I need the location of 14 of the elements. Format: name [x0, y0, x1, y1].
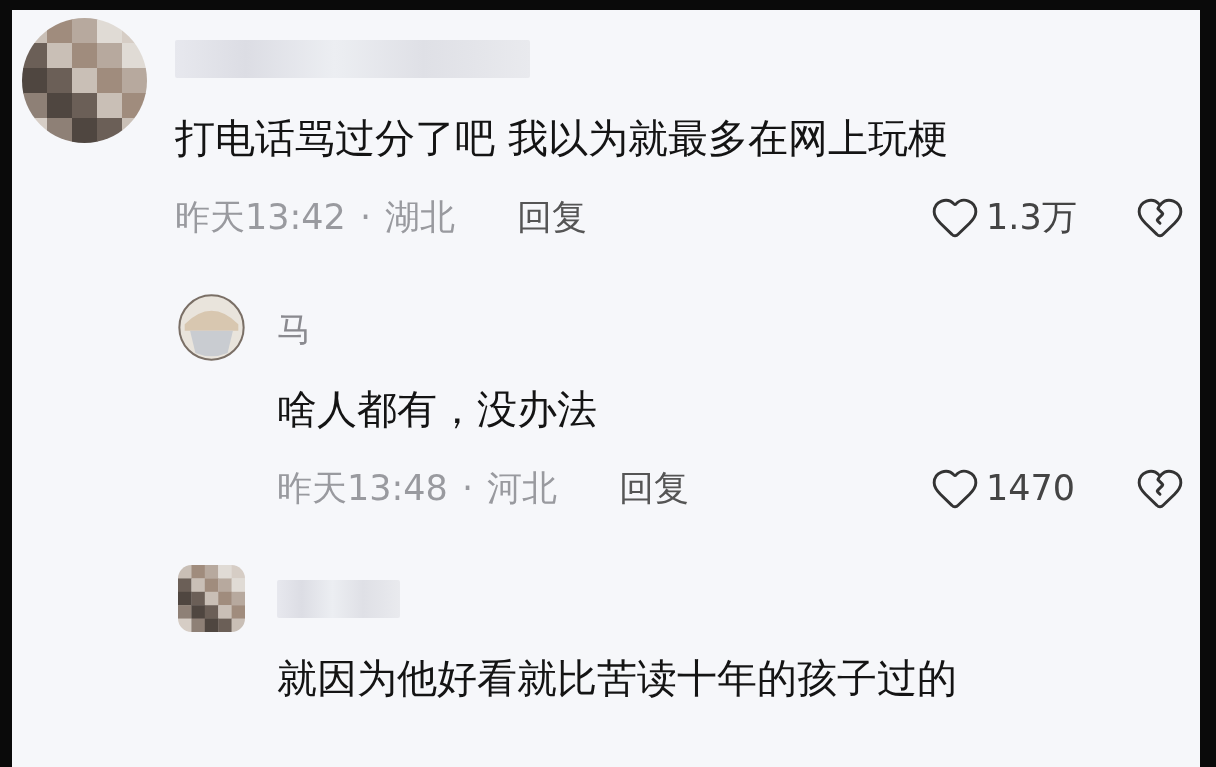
- reply-button[interactable]: 回复: [517, 193, 587, 241]
- like-count: 1470: [986, 468, 1076, 508]
- avatar-icon[interactable]: [178, 294, 245, 361]
- comment-time: 昨天13:42: [175, 195, 346, 239]
- separator-dot: ·: [461, 468, 473, 508]
- comment-location: 河北: [487, 466, 557, 510]
- comment-location: 湖北: [385, 195, 455, 239]
- separator-dot: ·: [359, 197, 371, 237]
- comment-text: 啥人都有，没办法: [277, 385, 597, 434]
- reply-button[interactable]: 回复: [619, 464, 689, 512]
- comment-time: 昨天13:48: [277, 466, 448, 510]
- like-count: 1.3万: [986, 195, 1077, 239]
- comment-text: 打电话骂过分了吧 我以为就最多在网上玩梗: [175, 114, 948, 163]
- comment-text: 就因为他好看就比苦读十年的孩子过的: [277, 654, 957, 703]
